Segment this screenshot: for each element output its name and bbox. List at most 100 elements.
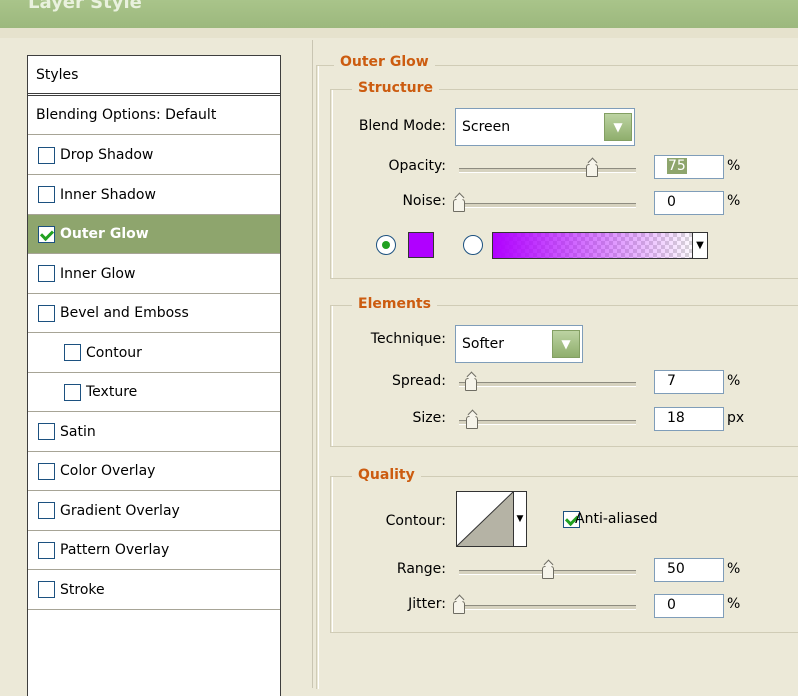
spread-unit: % (727, 373, 741, 389)
size-slider-thumb[interactable] (465, 416, 478, 429)
chevron-down-icon[interactable]: ▼ (552, 330, 580, 358)
style-item-checkbox[interactable] (38, 265, 55, 282)
jitter-slider-thumb[interactable] (453, 601, 465, 614)
style-item-checkbox[interactable] (64, 383, 81, 401)
style-item-checkbox[interactable] (38, 462, 55, 480)
opacity-slider[interactable] (459, 168, 636, 173)
opacity-value: 75 (667, 158, 687, 174)
spread-input[interactable]: 7 (654, 370, 724, 394)
style-item-checkbox[interactable] (38, 146, 55, 164)
opacity-input[interactable]: 75 (654, 155, 724, 179)
noise-slider-thumb[interactable] (453, 199, 465, 212)
gradient-dropdown-arrow-icon[interactable]: ▼ (692, 232, 708, 259)
outer-glow-title: Outer Glow (334, 54, 435, 70)
spread-label: Spread: (391, 373, 446, 389)
jitter-slider[interactable] (459, 605, 636, 610)
styles-header[interactable]: Styles (28, 56, 280, 96)
blending-options-item[interactable]: Blending Options: Default (28, 96, 280, 135)
noise-unit: % (727, 193, 741, 209)
blending-options-label: Blending Options: Default (36, 107, 217, 123)
style-item-label: Inner Glow (60, 265, 136, 282)
blend-mode-value: Screen (462, 119, 511, 135)
range-unit: % (727, 561, 741, 577)
elements-title: Elements (352, 296, 437, 312)
spread-slider-thumb[interactable] (465, 378, 478, 391)
size-label: Size: (412, 410, 446, 426)
styles-list: Styles Blending Options: Default Drop Sh… (27, 55, 281, 696)
style-item-label: Drop Shadow (60, 147, 154, 163)
style-item-checkbox[interactable] (38, 304, 55, 322)
style-item-inner-shadow[interactable]: Inner Shadow (28, 176, 280, 215)
style-item-label: Stroke (60, 581, 105, 598)
noise-label: Noise: (402, 193, 446, 209)
technique-value: Softer (462, 336, 504, 352)
technique-label: Technique: (370, 331, 446, 347)
style-item-checkbox[interactable] (64, 344, 81, 361)
range-value: 50 (667, 561, 685, 577)
glow-color-swatch[interactable] (408, 232, 434, 258)
spread-slider[interactable] (459, 382, 636, 387)
anti-aliased-label: Anti-aliased (575, 511, 658, 527)
contour-picker[interactable] (456, 491, 514, 547)
spread-value: 7 (667, 373, 676, 389)
structure-title: Structure (352, 80, 440, 96)
style-item-label: Contour (86, 344, 142, 361)
style-item-outer-glow[interactable]: Outer Glow (28, 215, 280, 254)
opacity-unit: % (727, 158, 741, 174)
style-item-checkbox[interactable] (38, 225, 55, 243)
style-item-label: Gradient Overlay (60, 502, 180, 519)
style-item-texture[interactable]: Texture (28, 373, 280, 412)
style-item-label: Color Overlay (60, 463, 156, 479)
style-item-stroke[interactable]: Stroke (28, 571, 280, 610)
panel-divider (312, 40, 313, 688)
style-item-checkbox[interactable] (38, 541, 55, 559)
style-item-label: Bevel and Emboss (60, 305, 189, 321)
size-input[interactable]: 18 (654, 407, 724, 431)
size-slider[interactable] (459, 420, 636, 425)
noise-value: 0 (667, 194, 676, 210)
title-band (0, 28, 798, 38)
style-item-label: Inner Shadow (60, 186, 156, 203)
jitter-input[interactable]: 0 (654, 594, 724, 618)
style-item-label: Outer Glow (60, 226, 149, 242)
style-item-contour[interactable]: Contour (28, 334, 280, 373)
style-item-label: Satin (60, 423, 96, 440)
style-item-bevel-and-emboss[interactable]: Bevel and Emboss (28, 294, 280, 333)
style-item-drop-shadow[interactable]: Drop Shadow (28, 136, 280, 175)
blend-mode-label: Blend Mode: (358, 118, 446, 134)
style-item-checkbox[interactable] (38, 502, 55, 519)
style-item-checkbox[interactable] (38, 581, 55, 598)
blend-mode-select[interactable]: Screen ▼ (455, 108, 635, 146)
gradient-radio[interactable] (463, 235, 483, 255)
opacity-label: Opacity: (388, 158, 446, 174)
size-value: 18 (667, 410, 685, 426)
technique-select[interactable]: Softer ▼ (455, 325, 583, 363)
style-item-checkbox[interactable] (38, 186, 55, 203)
style-item-pattern-overlay[interactable]: Pattern Overlay (28, 531, 280, 570)
contour-dropdown-arrow-icon[interactable]: ▼ (513, 491, 527, 547)
opacity-slider-thumb[interactable] (585, 164, 598, 177)
noise-input[interactable]: 0 (654, 191, 724, 215)
window-titlebar: Layer Style (0, 0, 798, 28)
style-item-label: Pattern Overlay (60, 542, 170, 558)
solid-color-radio[interactable] (376, 235, 396, 255)
chevron-down-icon[interactable]: ▼ (604, 113, 632, 141)
contour-label: Contour: (385, 513, 446, 529)
style-item-satin[interactable]: Satin (28, 413, 280, 452)
styles-header-label: Styles (36, 66, 79, 83)
style-item-inner-glow[interactable]: Inner Glow (28, 255, 280, 294)
range-slider-thumb[interactable] (541, 566, 554, 579)
noise-slider[interactable] (459, 203, 636, 208)
jitter-unit: % (727, 596, 741, 612)
contour-curve-icon (456, 491, 514, 547)
style-item-color-overlay[interactable]: Color Overlay (28, 452, 280, 491)
style-item-checkbox[interactable] (38, 423, 55, 440)
glow-gradient-picker[interactable] (492, 232, 698, 259)
range-label: Range: (396, 561, 446, 577)
range-input[interactable]: 50 (654, 558, 724, 582)
style-item-gradient-overlay[interactable]: Gradient Overlay (28, 492, 280, 531)
quality-title: Quality (352, 467, 421, 483)
window-title: Layer Style (28, 0, 142, 13)
jitter-value: 0 (667, 597, 676, 613)
style-item-label: Texture (86, 384, 138, 400)
